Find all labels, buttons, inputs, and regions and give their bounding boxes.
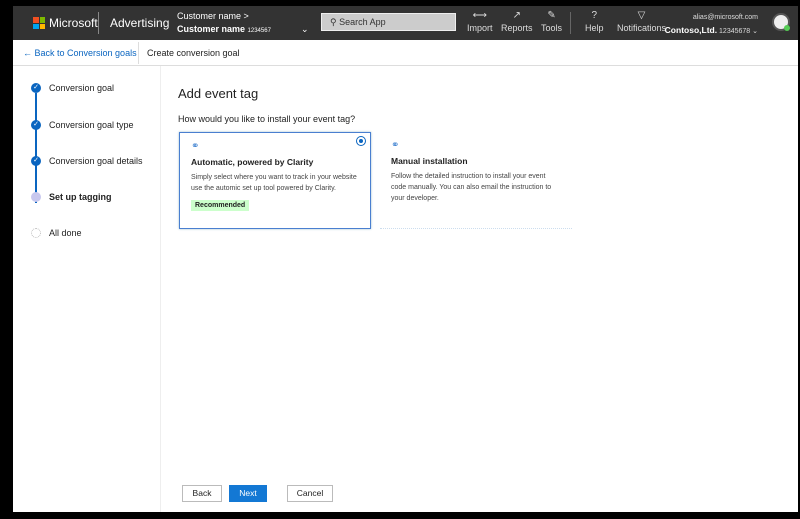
step-label: Conversion goal details bbox=[49, 156, 143, 166]
stepper: ✓ Conversion goal ✓ Conversion goal type ✓… bbox=[13, 66, 161, 512]
step-conversion-goal-details[interactable]: ✓ Conversion goal details bbox=[31, 156, 143, 166]
product-name: Advertising bbox=[110, 16, 170, 30]
radio-selected[interactable] bbox=[356, 136, 366, 146]
search-icon: ⚲ bbox=[330, 17, 337, 27]
avatar[interactable] bbox=[772, 13, 790, 31]
nav-label: Notifications bbox=[617, 23, 667, 33]
step-conversion-goal-type[interactable]: ✓ Conversion goal type bbox=[31, 120, 134, 130]
account-email: alias@microsoft.com bbox=[692, 14, 758, 21]
nav-reports[interactable]: ↗ Reports bbox=[501, 10, 533, 33]
link-icon: ⚭ bbox=[191, 141, 200, 152]
step-conversion-goal[interactable]: ✓ Conversion goal bbox=[31, 83, 114, 93]
step-label: Set up tagging bbox=[49, 192, 112, 202]
customer-id: 1234567 bbox=[247, 28, 271, 34]
reports-icon: ↗ bbox=[512, 10, 521, 21]
option-automatic[interactable]: ⚭ Automatic, powered by Clarity Simply s… bbox=[179, 132, 371, 229]
page-breadcrumb: Create conversion goal bbox=[147, 48, 240, 58]
current-step-icon bbox=[31, 192, 41, 202]
account-name: Contoso,Ltd. bbox=[664, 25, 718, 35]
help-icon: ? bbox=[591, 10, 598, 21]
recommended-badge: Recommended bbox=[191, 200, 250, 211]
bell-icon: ▽ bbox=[637, 10, 646, 21]
nav-notifications[interactable]: ▽ Notifications bbox=[617, 10, 666, 33]
nav-help[interactable]: ? Help bbox=[585, 10, 604, 33]
search-placeholder: Search App bbox=[339, 17, 386, 27]
divider bbox=[138, 42, 139, 64]
step-label: Conversion goal bbox=[49, 83, 115, 93]
sub-header: ← Back to Conversion goals Create conver… bbox=[13, 40, 798, 66]
microsoft-logo[interactable]: Microsoft bbox=[33, 16, 98, 30]
arrow-left-icon: ← bbox=[23, 48, 32, 58]
nav-tools[interactable]: ✎ Tools bbox=[541, 10, 562, 33]
account-menu[interactable]: alias@microsoft.com Contoso,Ltd. 1234567… bbox=[665, 11, 758, 38]
nav-label: Tools bbox=[541, 23, 563, 33]
check-icon: ✓ bbox=[31, 120, 41, 130]
option-description: Simply select where you want to track in… bbox=[191, 174, 357, 192]
main-content: Add event tag How would you like to inst… bbox=[161, 66, 798, 512]
next-button[interactable]: Next bbox=[229, 485, 267, 502]
tools-icon: ✎ bbox=[547, 10, 556, 21]
step-set-up-tagging: Set up tagging bbox=[31, 192, 112, 202]
page-title: Add event tag bbox=[178, 86, 259, 101]
chevron-down-icon[interactable]: ⌄ bbox=[301, 24, 309, 35]
install-question: How would you like to install your event… bbox=[178, 114, 356, 124]
step-all-done: All done bbox=[31, 228, 82, 238]
search-input[interactable]: ⚲ Search App bbox=[321, 13, 456, 31]
link-icon: ⚭ bbox=[391, 140, 400, 151]
nav-import[interactable]: ⟷ Import bbox=[467, 10, 493, 33]
back-link-label: Back to Conversion goals bbox=[34, 48, 137, 58]
nav-label: Import bbox=[467, 23, 493, 33]
divider bbox=[570, 12, 571, 34]
customer-selector[interactable]: Customer name > Customer name 1234567 bbox=[177, 10, 271, 38]
step-label: Conversion goal type bbox=[49, 120, 134, 130]
top-header: Microsoft Advertising Customer name > Cu… bbox=[13, 6, 798, 40]
nav-label: Help bbox=[585, 23, 604, 33]
customer-breadcrumb: Customer name bbox=[177, 11, 242, 21]
nav-label: Reports bbox=[501, 23, 533, 33]
import-icon: ⟷ bbox=[472, 10, 487, 21]
customer-name: Customer name bbox=[177, 24, 246, 34]
back-link[interactable]: ← Back to Conversion goals bbox=[23, 48, 137, 58]
pending-step-icon bbox=[31, 228, 41, 238]
option-title: Manual installation bbox=[391, 156, 468, 166]
option-description: Follow the detailed instruction to insta… bbox=[391, 173, 552, 202]
brand-name: Microsoft bbox=[49, 16, 98, 30]
status-online-icon bbox=[784, 25, 790, 31]
account-id: 12345678 bbox=[719, 28, 751, 35]
option-title: Automatic, powered by Clarity bbox=[191, 157, 314, 167]
cancel-button[interactable]: Cancel bbox=[287, 485, 333, 502]
step-label: All done bbox=[49, 228, 82, 238]
stepper-progress-line bbox=[35, 93, 37, 203]
check-icon: ✓ bbox=[31, 156, 41, 166]
microsoft-logo-icon bbox=[33, 17, 45, 29]
back-button[interactable]: Back bbox=[182, 485, 222, 502]
divider bbox=[98, 12, 99, 34]
check-icon: ✓ bbox=[31, 83, 41, 93]
option-manual[interactable]: ⚭ Manual installation Follow the detaile… bbox=[380, 132, 572, 229]
